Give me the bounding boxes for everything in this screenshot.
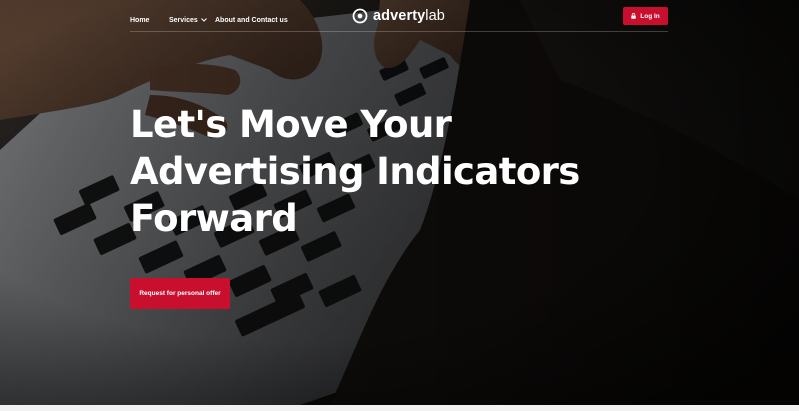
- chevron-down-icon: [200, 17, 207, 24]
- nav-home-link[interactable]: Home: [130, 17, 149, 24]
- target-logo-icon: [352, 8, 368, 24]
- request-offer-button[interactable]: Request for personal offer: [130, 278, 230, 309]
- brand-name-bold: adverty: [373, 8, 426, 24]
- nav-home[interactable]: Home: [130, 11, 149, 29]
- header-divider: [130, 31, 668, 32]
- hero-title-line-2: Advertising Indicators: [130, 150, 580, 193]
- hero-title-line-3: Forward: [130, 197, 298, 240]
- hero-title-line-1: Let's Move Your: [130, 103, 452, 146]
- page-bottom-strip: [0, 405, 799, 411]
- lock-icon: [631, 13, 636, 19]
- brand-name-light: lab: [425, 8, 445, 24]
- login-button[interactable]: Log In: [623, 7, 668, 25]
- nav-services-link[interactable]: Services: [169, 17, 207, 24]
- nav-services-label: Services: [169, 16, 198, 24]
- brand-name: advertylab: [373, 8, 445, 24]
- nav-about-link[interactable]: About and Contact us: [215, 17, 288, 24]
- nav-about[interactable]: About and Contact us: [215, 11, 288, 29]
- login-label: Log In: [640, 12, 660, 20]
- hero-title: Let's Move Your Advertising Indicators F…: [130, 101, 600, 242]
- brand-logo[interactable]: advertylab: [352, 7, 445, 25]
- request-offer-label: Request for personal offer: [139, 290, 221, 297]
- nav-services[interactable]: Services: [169, 11, 207, 29]
